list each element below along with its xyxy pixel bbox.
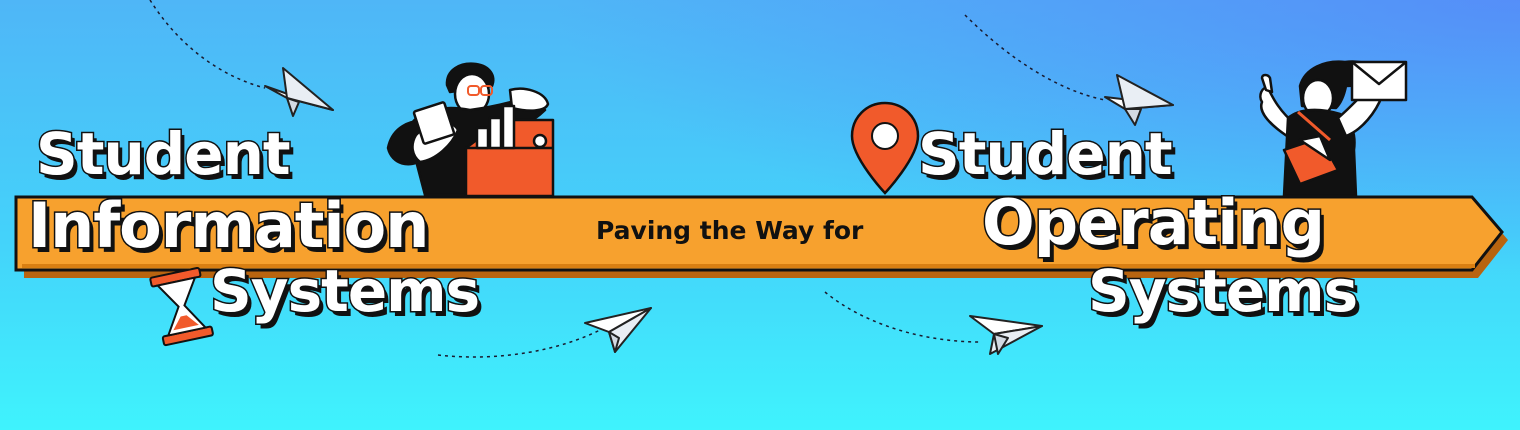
woman-with-envelope-illustration	[1259, 60, 1408, 198]
dashed-path	[437, 329, 601, 358]
right-title-line-operating: Operating	[981, 186, 1327, 259]
dashed-path	[824, 291, 981, 343]
dashed-path	[149, 0, 266, 89]
left-title-line-information: Information	[26, 189, 430, 262]
tagline: Paving the Way for	[596, 216, 864, 245]
left-title-line-systems: Systems	[208, 257, 481, 325]
paper-plane-icon	[264, 67, 334, 117]
paper-plane-icon	[969, 315, 1043, 355]
man-with-chart-illustration	[386, 62, 555, 198]
banner: Student Information Systems Paving the W…	[0, 0, 1520, 430]
envelope-icon	[1350, 60, 1408, 102]
dashed-path	[964, 14, 1106, 101]
paper-plane-icon	[584, 307, 652, 353]
left-title-line-student: Student	[35, 120, 293, 188]
paper-plane-icon	[1104, 74, 1174, 126]
right-title-line-systems: Systems	[1086, 257, 1359, 325]
right-title-line-student: Student	[917, 120, 1175, 188]
hourglass-icon	[149, 266, 214, 347]
location-pin-icon	[850, 101, 920, 195]
